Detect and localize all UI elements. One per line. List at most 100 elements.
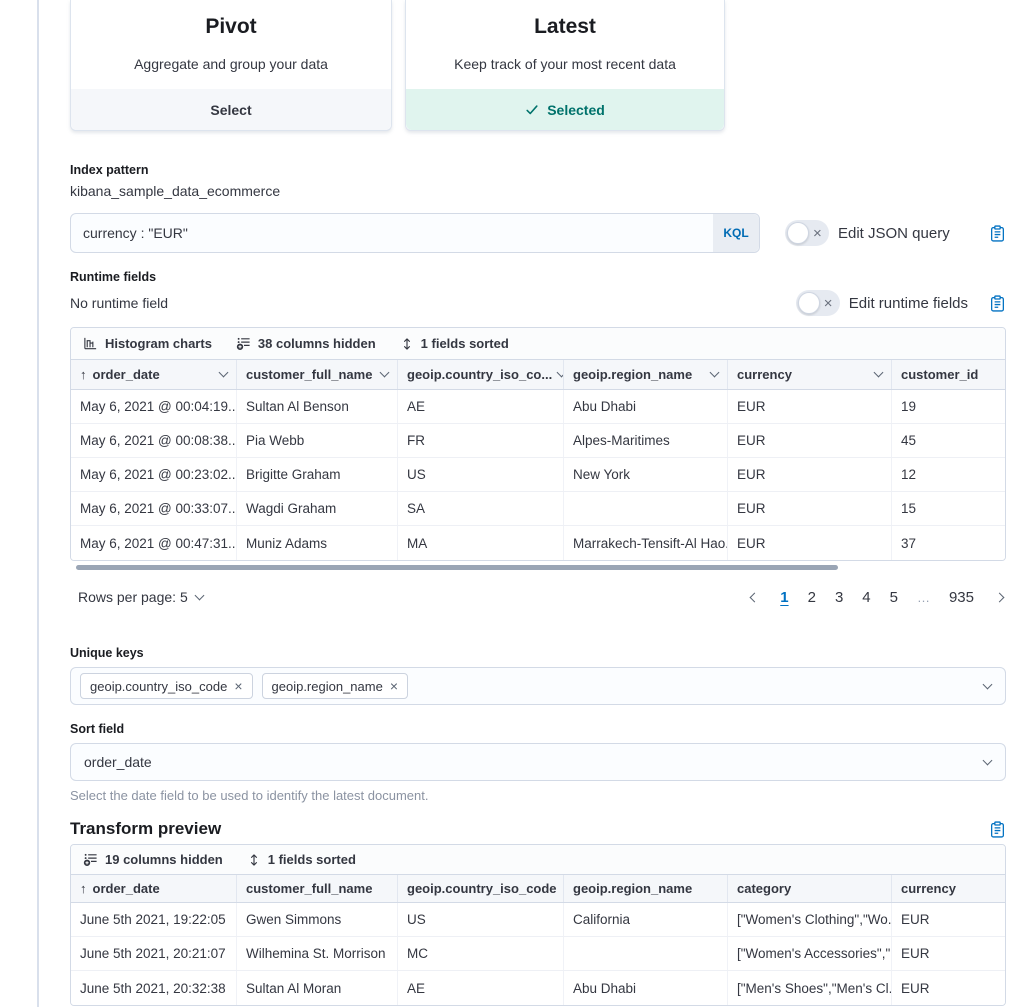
fields-sorted-icon: [247, 853, 261, 867]
table-cell: Abu Dhabi: [564, 971, 728, 1005]
rows-per-page-label: Rows per page: 5: [78, 589, 188, 605]
horizontal-scrollbar[interactable]: [76, 565, 838, 570]
table-cell: MC: [398, 937, 564, 970]
column-header-geoip-region[interactable]: geoip.region_name: [564, 360, 728, 389]
table-cell: New York: [564, 458, 728, 491]
chevron-down-icon[interactable]: [219, 368, 229, 378]
column-header-customer-id[interactable]: customer_id: [892, 360, 1005, 389]
column-header-currency[interactable]: currency: [728, 360, 892, 389]
column-header-customer-full-name[interactable]: customer_full_name: [237, 360, 398, 389]
table-cell: ["Women's Accessories","...: [728, 937, 892, 970]
chevron-down-icon[interactable]: [983, 755, 993, 765]
pagination-row: Rows per page: 5 1 2 3 4 5 … 935: [70, 583, 1006, 611]
unique-keys-label: Unique keys: [70, 646, 1006, 660]
pivot-select-label: Select: [210, 102, 251, 118]
column-header-category[interactable]: category: [728, 875, 892, 902]
table-cell: Alpes-Maritimes: [564, 424, 728, 457]
table-cell: June 5th 2021, 19:22:05: [71, 903, 237, 936]
query-row: currency : "EUR" KQL × Edit JSON query: [70, 213, 1006, 253]
table-row[interactable]: June 5th 2021, 20:21:07 Wilhemina St. Mo…: [71, 937, 1005, 971]
sort-field-select[interactable]: order_date: [70, 743, 1006, 781]
table-cell: EUR: [728, 492, 892, 525]
table-row[interactable]: May 6, 2021 @ 00:47:31... Muniz Adams MA…: [71, 526, 1005, 560]
pivot-card[interactable]: Pivot Aggregate and group your data Sele…: [70, 0, 392, 131]
chevron-down-icon[interactable]: [380, 368, 390, 378]
unique-key-chip: geoip.country_iso_code ×: [80, 673, 253, 699]
table-cell: Brigitte Graham: [237, 458, 398, 491]
column-header-geoip-region[interactable]: geoip.region_name: [564, 875, 728, 902]
histogram-charts-button[interactable]: Histogram charts: [83, 336, 212, 351]
columns-hidden-button[interactable]: 38 columns hidden: [236, 336, 376, 351]
pivot-select-button[interactable]: Select: [71, 89, 391, 130]
columns-hidden-icon: [236, 336, 251, 351]
column-header-label: geoip.region_name: [573, 367, 692, 382]
column-header-order-date[interactable]: ↑ order_date: [71, 875, 237, 902]
previous-page-button[interactable]: [748, 591, 761, 604]
table-cell: 37: [892, 526, 1005, 560]
chevron-down-icon[interactable]: [983, 679, 993, 689]
table-row[interactable]: May 6, 2021 @ 00:23:02... Brigitte Graha…: [71, 458, 1005, 492]
page-number-2[interactable]: 2: [808, 589, 816, 606]
close-icon[interactable]: ×: [390, 679, 398, 693]
table-cell: AE: [398, 971, 564, 1005]
chevron-down-icon[interactable]: [557, 368, 564, 378]
copy-query-clipboard-icon[interactable]: [989, 225, 1006, 242]
column-header-geoip-country[interactable]: geoip.country_iso_co...: [398, 360, 564, 389]
table-cell: EUR: [728, 390, 892, 423]
page-number-5[interactable]: 5: [890, 589, 898, 606]
table-row[interactable]: June 5th 2021, 20:32:38 Sultan Al Moran …: [71, 971, 1005, 1005]
search-input[interactable]: currency : "EUR" KQL: [70, 213, 760, 253]
copy-preview-clipboard-icon[interactable]: [989, 821, 1006, 838]
step-indicator-line: [37, 0, 39, 1007]
sort-ascending-icon: ↑: [80, 367, 87, 382]
fields-sorted-button[interactable]: 1 fields sorted: [400, 336, 509, 351]
rows-per-page-button[interactable]: Rows per page: 5: [78, 589, 203, 605]
page-number-1[interactable]: 1: [780, 589, 788, 606]
table-cell: US: [398, 458, 564, 491]
toggle-off-cross-icon: ×: [824, 296, 833, 311]
chevron-down-icon[interactable]: [874, 368, 884, 378]
table-cell: EUR: [892, 903, 1005, 936]
preview-fields-sorted-button[interactable]: 1 fields sorted: [247, 852, 356, 867]
edit-json-query-label: Edit JSON query: [838, 225, 950, 242]
page-number-935[interactable]: 935: [949, 589, 974, 606]
edit-runtime-fields-toggle[interactable]: ×: [796, 290, 840, 316]
page-number-4[interactable]: 4: [862, 589, 870, 606]
table-cell: 19: [892, 390, 1005, 423]
table-row[interactable]: May 6, 2021 @ 00:08:38... Pia Webb FR Al…: [71, 424, 1005, 458]
column-header-label: order_date: [93, 881, 160, 896]
table-row[interactable]: June 5th 2021, 19:22:05 Gwen Simmons US …: [71, 903, 1005, 937]
table-cell: Sultan Al Moran: [237, 971, 398, 1005]
unique-keys-combobox[interactable]: geoip.country_iso_code × geoip.region_na…: [70, 667, 1006, 705]
table-cell: June 5th 2021, 20:21:07: [71, 937, 237, 970]
column-header-label: geoip.country_iso_code: [407, 881, 557, 896]
table-row[interactable]: May 6, 2021 @ 00:33:07... Wagdi Graham S…: [71, 492, 1005, 526]
edit-json-query-toggle[interactable]: ×: [785, 220, 829, 246]
table-cell: May 6, 2021 @ 00:23:02...: [71, 458, 237, 491]
column-header-customer-full-name[interactable]: customer_full_name: [237, 875, 398, 902]
table-cell: ["Women's Clothing","Wo...: [728, 903, 892, 936]
chevron-down-icon: [194, 590, 204, 600]
table-cell: Pia Webb: [237, 424, 398, 457]
column-header-label: geoip.region_name: [573, 881, 692, 896]
next-page-button[interactable]: [993, 591, 1006, 604]
table-cell: MA: [398, 526, 564, 560]
chip-label: geoip.country_iso_code: [90, 679, 227, 694]
column-header-order-date[interactable]: ↑ order_date: [71, 360, 237, 389]
sort-field-value: order_date: [84, 754, 975, 770]
kql-language-button[interactable]: KQL: [713, 214, 759, 252]
preview-columns-hidden-button[interactable]: 19 columns hidden: [83, 852, 223, 867]
column-header-label: currency: [737, 367, 792, 382]
chevron-down-icon[interactable]: [710, 368, 720, 378]
latest-card[interactable]: Latest Keep track of your most recent da…: [405, 0, 725, 131]
latest-selected-button[interactable]: Selected: [406, 89, 724, 130]
column-header-currency[interactable]: currency: [892, 875, 1005, 902]
page-number-3[interactable]: 3: [835, 589, 843, 606]
close-icon[interactable]: ×: [234, 679, 242, 693]
unique-key-chip: geoip.region_name ×: [262, 673, 409, 699]
transform-preview-header: Transform preview: [70, 819, 1006, 839]
table-row[interactable]: May 6, 2021 @ 00:04:19... Sultan Al Bens…: [71, 390, 1005, 424]
copy-runtime-clipboard-icon[interactable]: [989, 295, 1006, 312]
sort-field-label: Sort field: [70, 722, 1006, 736]
column-header-geoip-country[interactable]: geoip.country_iso_code: [398, 875, 564, 902]
